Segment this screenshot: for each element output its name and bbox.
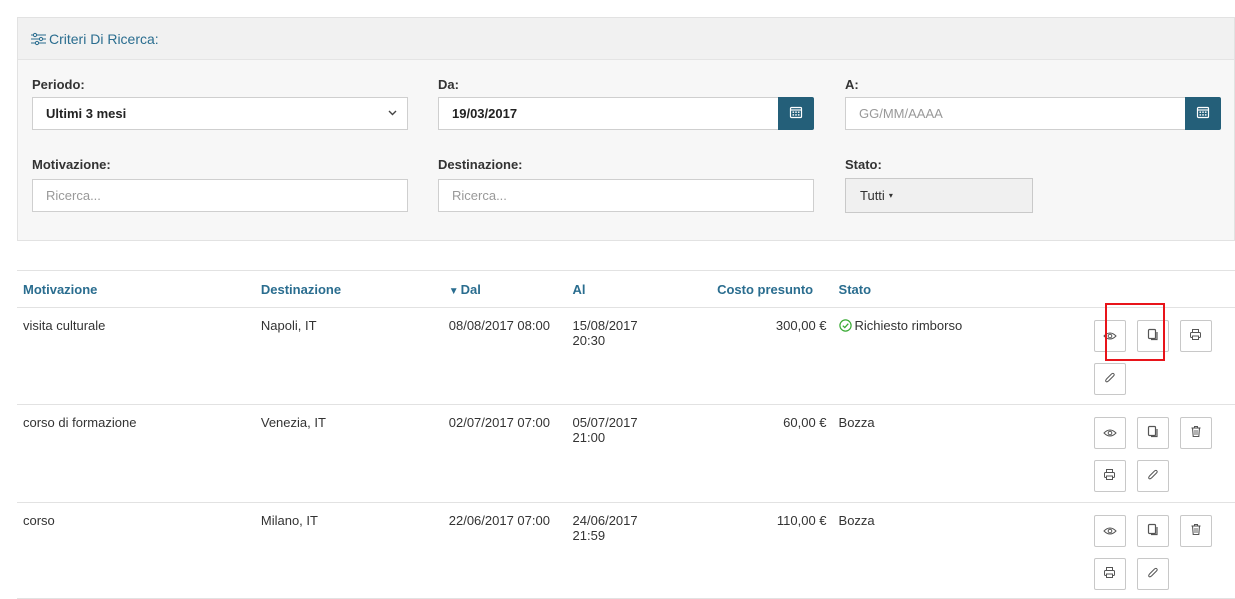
a-date-placeholder: GG/MM/AAAA (859, 106, 943, 121)
cell-costo: 300,00 € (675, 307, 833, 405)
a-calendar-button[interactable] (1185, 97, 1221, 130)
printer-icon (1103, 566, 1116, 582)
table-header-row: Motivazione Destinazione ▼ Dal Al Costo p… (17, 270, 1235, 308)
print-button[interactable] (1093, 558, 1126, 590)
results-table: Motivazione Destinazione ▼ Dal Al Costo p… (17, 270, 1235, 599)
eye-icon (1103, 524, 1117, 539)
duplicate-button[interactable] (1136, 515, 1169, 547)
periodo-selected-value: Ultimi 3 mesi (46, 106, 127, 121)
duplicate-button[interactable] (1136, 417, 1169, 449)
col-motivazione[interactable]: Motivazione (17, 270, 255, 308)
highlight-annotation (1105, 303, 1165, 361)
da-calendar-button[interactable] (778, 97, 814, 130)
panel-title: Criteri Di Ricerca: (49, 30, 159, 47)
view-button[interactable] (1093, 417, 1126, 449)
da-date-value: 19/03/2017 (452, 106, 518, 121)
cell-motivazione: corso (17, 502, 255, 599)
stato-dropdown[interactable]: Tutti ▾ (845, 178, 1033, 213)
sort-desc-icon: ▼ (448, 285, 459, 297)
delete-button[interactable] (1179, 417, 1212, 449)
calendar-icon (789, 105, 803, 122)
trash-icon (1190, 523, 1202, 539)
table-row: corso Milano, IT 22/06/2017 07:00 24/06/… (17, 502, 1235, 599)
cell-destinazione: Milano, IT (254, 502, 435, 599)
da-date-input[interactable]: 19/03/2017 (438, 97, 780, 130)
cell-actions (1037, 502, 1235, 599)
cell-costo: 110,00 € (675, 502, 833, 599)
stato-text: Richiesto rimborso (854, 318, 963, 333)
cell-destinazione: Napoli, IT (254, 307, 435, 405)
cell-dal: 08/08/2017 08:00 (434, 307, 567, 405)
cell-stato: Bozza (832, 502, 1038, 599)
panel-header: Criteri Di Ricerca: (18, 18, 1234, 60)
paperclip-icon (1147, 566, 1159, 582)
chevron-down-icon (388, 108, 397, 120)
caret-down-icon: ▾ (888, 191, 893, 200)
printer-icon (1189, 328, 1202, 344)
cell-stato: Bozza (832, 404, 1038, 503)
cell-stato: Richiesto rimborso (832, 307, 1038, 405)
calendar-icon (1196, 105, 1210, 122)
col-actions (1037, 270, 1235, 308)
attach-button[interactable] (1093, 363, 1126, 395)
cell-destinazione: Venezia, IT (254, 404, 435, 503)
cell-motivazione: corso di formazione (17, 404, 255, 503)
cell-motivazione: visita culturale (17, 307, 255, 405)
periodo-select[interactable]: Ultimi 3 mesi (32, 97, 408, 130)
table-row: visita culturale Napoli, IT 08/08/2017 0… (17, 307, 1235, 405)
paperclip-icon (1104, 371, 1116, 387)
destinazione-label: Destinazione: (438, 157, 523, 172)
stato-selected-value: Tutti (860, 188, 885, 203)
motivazione-search-input[interactable]: Ricerca... (32, 179, 408, 212)
col-destinazione[interactable]: Destinazione (254, 270, 435, 308)
a-date-input[interactable]: GG/MM/AAAA (845, 97, 1187, 130)
stato-text: Bozza (838, 513, 875, 528)
print-button[interactable] (1093, 460, 1126, 492)
printer-icon (1103, 468, 1116, 484)
a-label: A: (845, 77, 859, 92)
cell-actions (1037, 404, 1235, 503)
destinazione-placeholder: Ricerca... (452, 188, 507, 203)
print-button[interactable] (1179, 320, 1212, 352)
cell-al: 24/06/2017 21:59 (566, 502, 676, 599)
cell-costo: 60,00 € (675, 404, 833, 503)
cell-al: 05/07/2017 21:00 (566, 404, 676, 503)
paperclip-icon (1147, 468, 1159, 484)
col-costo[interactable]: Costo presunto (675, 270, 833, 308)
motivazione-label: Motivazione: (32, 157, 111, 172)
table-row: corso di formazione Venezia, IT 02/07/20… (17, 404, 1235, 503)
delete-button[interactable] (1179, 515, 1212, 547)
cell-dal: 02/07/2017 07:00 (434, 404, 567, 503)
copy-icon (1147, 425, 1159, 441)
col-stato[interactable]: Stato (832, 270, 1038, 308)
view-button[interactable] (1093, 515, 1126, 547)
trash-icon (1190, 425, 1202, 441)
attach-button[interactable] (1136, 558, 1169, 590)
stato-label: Stato: (845, 157, 882, 172)
copy-icon (1147, 523, 1159, 539)
col-dal[interactable]: ▼ Dal (434, 270, 567, 308)
check-circle-icon (838, 319, 852, 335)
destinazione-search-input[interactable]: Ricerca... (438, 179, 814, 212)
motivazione-placeholder: Ricerca... (46, 188, 101, 203)
stato-text: Bozza (838, 415, 875, 430)
col-al[interactable]: Al (566, 270, 676, 308)
filter-sliders-icon (30, 32, 47, 46)
attach-button[interactable] (1136, 460, 1169, 492)
periodo-label: Periodo: (32, 77, 85, 92)
cell-al: 15/08/2017 20:30 (566, 307, 676, 405)
cell-dal: 22/06/2017 07:00 (434, 502, 567, 599)
eye-icon (1103, 426, 1117, 441)
da-label: Da: (438, 77, 459, 92)
